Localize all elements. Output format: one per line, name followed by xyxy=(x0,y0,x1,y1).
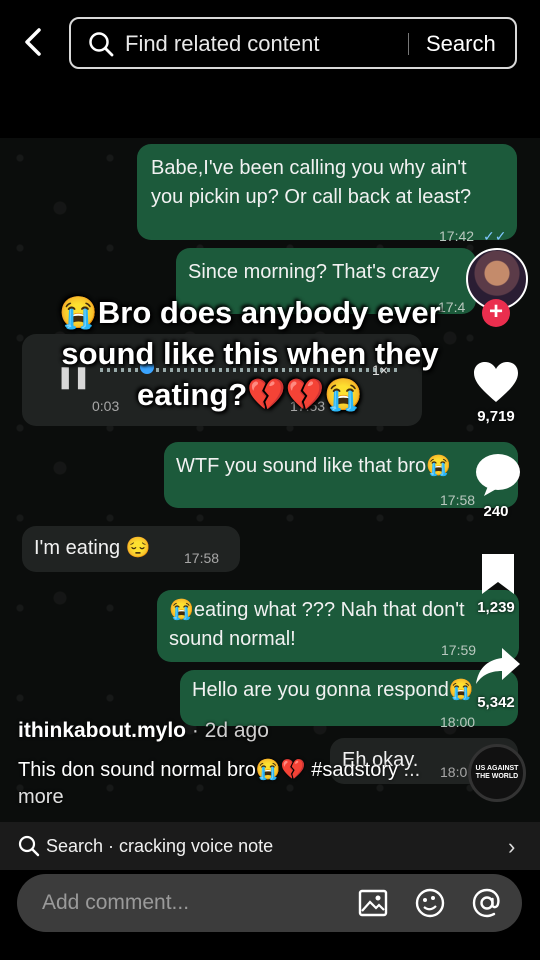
message-text: Babe,I've been calling you why ain't you… xyxy=(151,157,472,208)
bottom-bar: Add comment... xyxy=(0,870,540,960)
back-arrow-icon[interactable] xyxy=(18,24,48,60)
chevron-right-icon[interactable]: › xyxy=(508,834,515,860)
chat-bubble: I'm eating 😔 17:58 xyxy=(22,526,240,572)
message-time: 18:00 xyxy=(440,714,476,730)
post-author[interactable]: ithinkabout.mylo · 2d ago xyxy=(18,719,269,743)
share-count: 5,342 xyxy=(477,694,515,711)
image-icon[interactable] xyxy=(357,887,389,919)
related-search-bar[interactable]: Search · cracking voice note › xyxy=(0,822,540,870)
like-count: 9,719 xyxy=(477,408,515,425)
comment-count: 240 xyxy=(483,503,509,520)
video-caption: 😭Bro does anybody ever sound like this w… xyxy=(59,295,441,412)
message-time: 17:42 xyxy=(439,228,475,244)
chat-bubble: Babe,I've been calling you why ain't you… xyxy=(137,144,517,244)
share-icon[interactable] xyxy=(474,644,522,688)
message-text: I'm eating 😔 xyxy=(34,537,151,559)
chat-bubble: WTF you sound like that bro😭 17:58 xyxy=(164,442,518,508)
message-time: 17:58 xyxy=(184,550,220,566)
emoji-icon[interactable] xyxy=(414,887,446,919)
search-button[interactable]: Search xyxy=(426,31,496,57)
post-description[interactable]: This don sound normal bro😭💔 #sadstory ..… xyxy=(18,757,438,811)
search-box[interactable]: Find related content Search xyxy=(69,17,517,69)
follow-button[interactable]: + xyxy=(482,299,510,327)
message-text: Hello are you gonna respond😭 xyxy=(192,679,474,701)
message-time: 18:0 xyxy=(440,764,468,780)
related-search-label[interactable]: Search · cracking voice note xyxy=(46,836,273,857)
post-age: · 2d ago xyxy=(186,719,269,742)
message-time: 17:59 xyxy=(441,642,477,658)
comment-placeholder[interactable]: Add comment... xyxy=(42,891,189,915)
read-ticks-icon: ✓✓ xyxy=(483,228,507,244)
comment-input[interactable]: Add comment... xyxy=(17,874,522,932)
message-text: WTF you sound like that bro😭 xyxy=(176,455,452,477)
message-text: Since morning? That's crazy xyxy=(188,261,440,283)
search-divider xyxy=(408,33,409,55)
save-count: 1,239 xyxy=(477,599,515,616)
mention-icon[interactable] xyxy=(471,887,503,919)
comment-icon[interactable] xyxy=(474,452,522,496)
heart-icon[interactable] xyxy=(472,360,520,404)
search-icon xyxy=(18,835,40,857)
message-text: 😭eating what ??? Nah that don't sound no… xyxy=(169,599,465,650)
bookmark-icon[interactable] xyxy=(476,552,524,596)
search-icon xyxy=(89,32,114,57)
search-input[interactable]: Find related content xyxy=(125,31,319,57)
music-disc[interactable]: US AGAINST THE WORLD xyxy=(468,744,526,802)
description-text: This don sound normal bro😭💔 #sadstory xyxy=(18,759,398,781)
author-name[interactable]: ithinkabout.mylo xyxy=(18,719,186,742)
top-bar: Find related content Search xyxy=(0,0,540,90)
